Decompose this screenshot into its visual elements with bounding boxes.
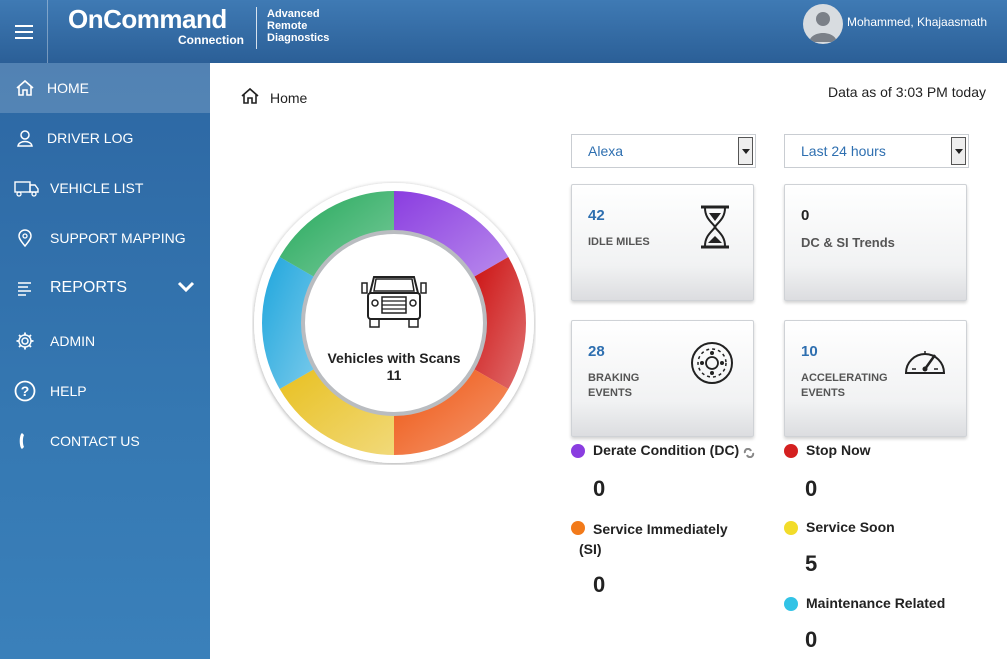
phone-icon bbox=[14, 430, 36, 452]
sidebar-item-reports[interactable]: REPORTS bbox=[0, 263, 210, 313]
gauge-count: 11 bbox=[387, 367, 402, 383]
logo-main: OnCommand bbox=[68, 4, 227, 34]
app-header: OnCommand Connection Advanced Remote Dia… bbox=[0, 0, 1007, 63]
sidebar-item-driver-log[interactable]: DRIVER LOG bbox=[0, 113, 210, 163]
gauge-center bbox=[301, 230, 487, 416]
list-icon bbox=[14, 277, 36, 299]
braking-events-label: BRAKING EVENTS bbox=[588, 372, 640, 399]
sidebar-item-label: HELP bbox=[50, 383, 87, 399]
chevron-down-icon bbox=[177, 280, 195, 296]
speedometer-icon bbox=[902, 341, 948, 382]
vehicle-select[interactable]: Alexa bbox=[571, 134, 756, 168]
legend-service-immediately: Service Immediately (SI) bbox=[571, 519, 728, 559]
gauge-label: Vehicles with Scans bbox=[327, 350, 460, 366]
sidebar-item-label: DRIVER LOG bbox=[47, 130, 134, 146]
legend-derate-label: Derate Condition (DC) bbox=[593, 442, 740, 458]
vehicle-select-value: Alexa bbox=[588, 143, 624, 159]
sidebar-item-label: VEHICLE LIST bbox=[50, 180, 144, 196]
legend-maintenance-label: Maintenance Related bbox=[806, 595, 946, 611]
sidebar-item-admin[interactable]: ADMIN bbox=[0, 316, 210, 366]
legend-dot-service-immediately bbox=[571, 521, 585, 535]
sidebar: HOME DRIVER LOG VEHICLE LIST SUPPORT MAP… bbox=[0, 63, 210, 659]
avatar[interactable] bbox=[803, 4, 843, 44]
legend-service-immediately-label: Service Immediately (SI) bbox=[579, 521, 728, 557]
user-icon bbox=[14, 127, 36, 149]
accelerating-events-card[interactable]: 10 ACCELERATING EVENTS bbox=[784, 320, 967, 437]
sidebar-item-home[interactable]: HOME bbox=[0, 63, 210, 113]
user-name[interactable]: Mohammed, Khajaasmath bbox=[847, 15, 987, 29]
user-silhouette-icon bbox=[809, 12, 837, 42]
legend-stop-now-label: Stop Now bbox=[806, 442, 871, 458]
legend-dot-stop-now bbox=[784, 444, 798, 458]
chevron-down-icon[interactable] bbox=[738, 137, 753, 165]
sidebar-item-support-mapping[interactable]: SUPPORT MAPPING bbox=[0, 213, 210, 263]
legend-service-soon: Service Soon bbox=[784, 519, 895, 535]
svg-text:?: ? bbox=[21, 383, 30, 399]
home-icon[interactable] bbox=[240, 86, 260, 109]
link-icon bbox=[743, 445, 755, 461]
data-timestamp: Data as of 3:03 PM today bbox=[828, 84, 986, 100]
map-pin-icon bbox=[14, 227, 36, 249]
braking-events-value: 28 bbox=[588, 343, 605, 360]
braking-events-card[interactable]: 28 BRAKING EVENTS bbox=[571, 320, 754, 437]
brake-disc-icon bbox=[690, 341, 734, 390]
hourglass-icon bbox=[697, 205, 733, 254]
legend-maintenance-value: 0 bbox=[805, 627, 818, 652]
dc-si-trends-label: DC & SI Trends bbox=[801, 235, 895, 250]
legend-derate-value: 0 bbox=[593, 476, 606, 501]
sidebar-item-label: ADMIN bbox=[50, 333, 96, 349]
dc-si-trends-card[interactable]: 0 DC & SI Trends bbox=[784, 184, 967, 301]
legend-service-soon-value: 5 bbox=[805, 551, 818, 576]
period-select[interactable]: Last 24 hours bbox=[784, 134, 969, 168]
sidebar-item-label: REPORTS bbox=[50, 279, 128, 296]
legend-dot-derate bbox=[571, 444, 585, 458]
legend-service-soon-label: Service Soon bbox=[806, 519, 895, 535]
sidebar-item-label: SUPPORT MAPPING bbox=[50, 230, 186, 246]
legend-maintenance: Maintenance Related bbox=[784, 595, 945, 611]
vehicles-scan-gauge[interactable]: Vehicles with Scans 11 bbox=[252, 181, 536, 465]
sidebar-item-label: HOME bbox=[47, 80, 89, 96]
legend-stop-now: Stop Now bbox=[784, 442, 871, 458]
logo-divider bbox=[256, 7, 257, 49]
truck-icon bbox=[14, 177, 40, 199]
legend-derate: Derate Condition (DC) bbox=[571, 442, 755, 461]
menu-toggle-button[interactable] bbox=[0, 0, 48, 63]
help-icon: ? bbox=[14, 380, 36, 402]
legend-dot-maintenance bbox=[784, 597, 798, 611]
logo-sub: Connection bbox=[178, 33, 244, 47]
chevron-down-icon[interactable] bbox=[951, 137, 966, 165]
sidebar-item-vehicle-list[interactable]: VEHICLE LIST bbox=[0, 163, 210, 213]
period-select-value: Last 24 hours bbox=[801, 143, 886, 159]
home-icon bbox=[14, 77, 36, 99]
idle-miles-value: 42 bbox=[588, 207, 605, 224]
legend-service-immediately-value: 0 bbox=[593, 572, 606, 597]
accelerating-events-value: 10 bbox=[801, 343, 818, 360]
sidebar-item-label: CONTACT US bbox=[50, 433, 140, 449]
gear-icon bbox=[14, 330, 36, 352]
hamburger-icon bbox=[14, 24, 33, 39]
logo-tagline: Advanced Remote Diagnostics bbox=[267, 8, 330, 44]
legend-dot-service-soon bbox=[784, 521, 798, 535]
breadcrumb: Home bbox=[240, 86, 307, 109]
idle-miles-card[interactable]: 42 IDLE MILES bbox=[571, 184, 754, 301]
sidebar-item-help[interactable]: ? HELP bbox=[0, 366, 210, 416]
sidebar-item-contact-us[interactable]: CONTACT US bbox=[0, 416, 210, 466]
breadcrumb-home[interactable]: Home bbox=[270, 90, 307, 106]
dc-si-trends-value: 0 bbox=[801, 207, 810, 224]
idle-miles-label: IDLE MILES bbox=[588, 236, 650, 248]
legend-stop-now-value: 0 bbox=[805, 476, 818, 501]
accelerating-events-label: ACCELERATING EVENTS bbox=[801, 372, 888, 399]
